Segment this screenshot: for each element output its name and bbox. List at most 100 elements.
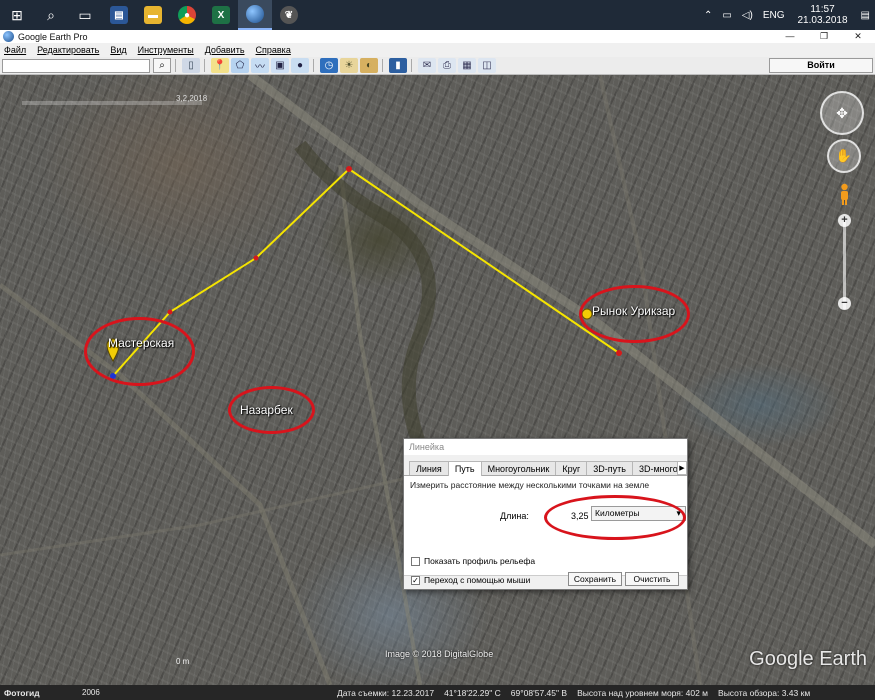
tab-3d-path[interactable]: 3D-путь [586, 461, 633, 475]
start-icon[interactable]: ⊞ [0, 0, 34, 30]
google-earth-icon[interactable] [238, 0, 272, 30]
notifications-icon[interactable]: ▤ [856, 10, 875, 21]
historical-imagery-icon[interactable]: ◷ [320, 58, 338, 73]
print-icon[interactable]: ⎙ [438, 58, 456, 73]
timeline-label: 3,2,2018 [176, 94, 208, 103]
path-icon[interactable]: 〰 [251, 58, 269, 73]
menu-file[interactable]: Файл [4, 45, 26, 55]
task-view-icon[interactable]: ▭ [68, 0, 102, 30]
sunlight-icon[interactable]: ☀ [340, 58, 358, 73]
timeline-slider[interactable] [22, 101, 202, 105]
mouse-nav-row[interactable]: ✓ Переход с помощью мыши [411, 575, 530, 585]
system-tray: ⌃ ▭ ◁) ENG 11:57 21.03.2018 ▤ [699, 0, 875, 30]
view-in-maps-icon[interactable]: ◫ [478, 58, 496, 73]
satellite-map[interactable]: 3,2,2018 Мастерская Рынок Урикзар Назарб… [0, 75, 875, 685]
mouse-nav-checkbox[interactable]: ✓ [411, 575, 420, 585]
tab-path[interactable]: Путь [447, 461, 482, 477]
menu-bar: Файл Редактировать Вид Инструменты Добав… [0, 43, 875, 57]
elevation-profile-label: Показать профиль рельефа [424, 556, 536, 566]
tab-scroll-right-icon[interactable]: ▶ [677, 461, 687, 475]
length-label: Длина: [500, 511, 529, 521]
mouse-nav-label: Переход с помощью мыши [424, 575, 531, 585]
tab-circle[interactable]: Круг [555, 461, 588, 475]
save-button[interactable]: Сохранить [568, 572, 622, 586]
look-joystick[interactable]: ✥ [820, 91, 864, 135]
app-icon [3, 31, 14, 42]
pegman-icon[interactable] [838, 183, 851, 205]
path-point-end [616, 350, 622, 356]
clear-button[interactable]: Очистить [625, 572, 679, 586]
eye-altitude: Высота обзора: 3.43 км [718, 687, 811, 698]
menu-edit[interactable]: Редактировать [37, 45, 99, 55]
menu-tools[interactable]: Инструменты [138, 45, 194, 55]
minimize-button[interactable]: — [773, 30, 807, 43]
folder-icon[interactable]: ▬ [136, 0, 170, 30]
sidebar-toggle-icon[interactable]: ▯ [182, 58, 200, 73]
save-icon[interactable]: ▤ [102, 0, 136, 30]
bird-icon[interactable]: ❦ [272, 0, 306, 30]
menu-add[interactable]: Добавить [205, 45, 245, 55]
imagery-date: Дата съемки: 12.23.2017 [337, 687, 435, 698]
magnifier-icon: ⌕ [159, 60, 165, 71]
highlight-market [579, 285, 690, 343]
excel-icon[interactable]: X [204, 0, 238, 30]
window-title: Google Earth Pro [18, 31, 88, 42]
tour-icon[interactable]: ● [291, 58, 309, 73]
window-titlebar: Google Earth Pro — ❐ ✕ [0, 30, 875, 43]
move-joystick[interactable]: ✋ [827, 139, 861, 173]
chrome-icon[interactable]: ● [170, 0, 204, 30]
elevation-profile-row[interactable]: Показать профиль рельефа [411, 556, 535, 566]
email-icon[interactable]: ✉ [418, 58, 436, 73]
path-point [253, 255, 259, 261]
tab-polygon[interactable]: Многоугольник [480, 461, 557, 475]
polygon-icon[interactable]: ⬠ [231, 58, 249, 73]
imagery-year[interactable]: 2006 [82, 688, 112, 697]
highlight-length [544, 495, 686, 540]
search-button[interactable]: ⌕ [153, 58, 171, 73]
windows-taskbar: ⊞ ⌕ ▭ ▤ ▬ ● X ❦ ⌃ ▭ ◁) ENG 11:57 21.03.2… [0, 0, 875, 30]
zoom-in-button[interactable]: + [838, 214, 851, 227]
scale-legend: 0 m [176, 657, 190, 666]
tab-line[interactable]: Линия [409, 461, 449, 475]
clock-time: 11:57 [810, 4, 835, 15]
ruler-tabs: Линия Путь Многоугольник Круг 3D-путь 3D… [404, 461, 687, 477]
login-button[interactable]: Войти [769, 58, 873, 73]
overlay-icon[interactable]: ▣ [271, 58, 289, 73]
highlight-workshop [84, 317, 195, 386]
close-button[interactable]: ✕ [841, 30, 875, 43]
toolbar: ⌕ ▯ 📍 ⬠ 〰 ▣ ● ◷ ☀ ◐ ▮ ✉ ⎙ ▦ ◫ Войти [0, 57, 875, 75]
road-east [598, 75, 702, 685]
clock[interactable]: 11:57 21.03.2018 [789, 4, 855, 26]
path-description: Измерить расстояние между несколькими то… [410, 480, 650, 490]
latitude: 41°18'22.29" С [444, 687, 501, 698]
search-input[interactable] [2, 58, 150, 73]
zoom-out-button[interactable]: − [838, 297, 851, 310]
chevron-up-icon[interactable]: ⌃ [699, 10, 717, 21]
placemark-icon[interactable]: 📍 [211, 58, 229, 73]
dialog-title: Линейка [404, 439, 687, 455]
ruler-icon[interactable]: ▮ [389, 58, 407, 73]
save-image-icon[interactable]: ▦ [458, 58, 476, 73]
planets-icon[interactable]: ◐ [360, 58, 378, 73]
longitude: 69°08'57.45" В [510, 687, 568, 698]
language-indicator[interactable]: ENG [758, 10, 790, 21]
tour-guide-button[interactable]: Фотогид [0, 688, 82, 698]
hand-icon: ✋ [835, 148, 853, 163]
path-point [167, 309, 173, 315]
volume-icon[interactable]: ◁) [737, 10, 758, 21]
network-icon[interactable]: ▭ [717, 10, 736, 21]
clock-date: 21.03.2018 [797, 15, 848, 26]
menu-view[interactable]: Вид [110, 45, 126, 55]
compass-icon: ✥ [836, 104, 848, 121]
maximize-button[interactable]: ❐ [807, 30, 841, 43]
imagery-copyright: Image © 2018 DigitalGlobe [385, 649, 494, 659]
road-south [0, 473, 421, 557]
elevation-profile-checkbox[interactable] [411, 556, 420, 566]
status-bar: Фотогид 2006 Дата съемки: 12.23.2017 41°… [0, 685, 875, 700]
search-icon[interactable]: ⌕ [34, 0, 68, 30]
menu-help[interactable]: Справка [256, 45, 291, 55]
elevation: Высота над уровнем моря: 402 м [577, 687, 709, 698]
zoom-slider[interactable] [843, 219, 846, 309]
highlight-district [228, 386, 315, 434]
path-point [346, 166, 352, 172]
